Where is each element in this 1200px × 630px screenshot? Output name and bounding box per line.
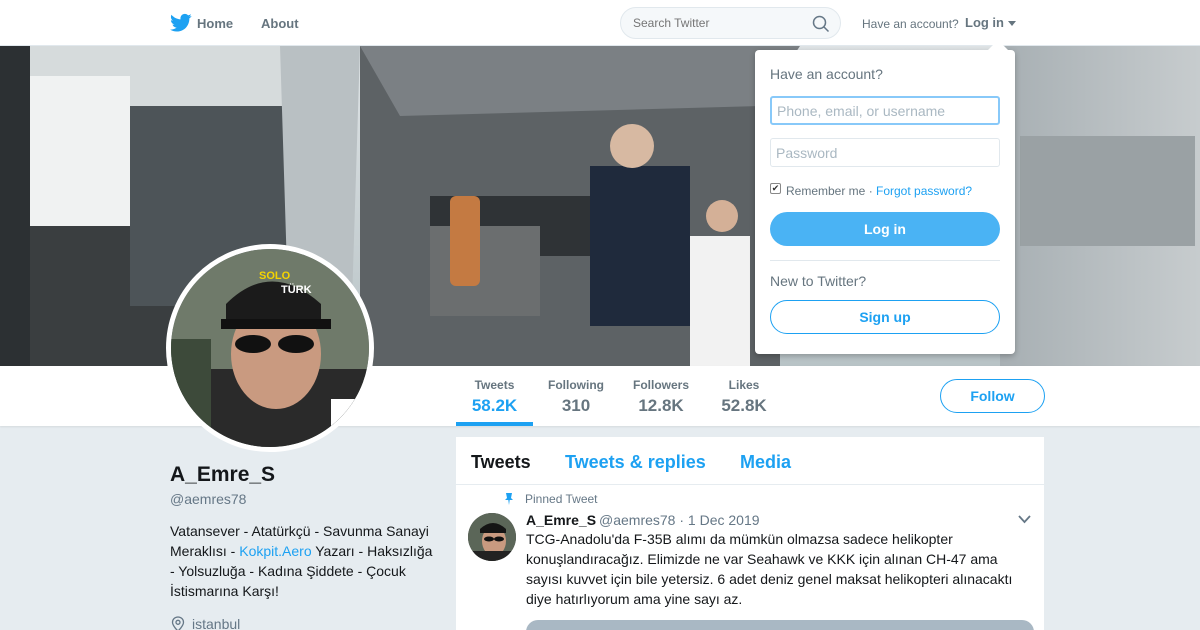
svg-text:TÜRK: TÜRK <box>281 283 312 296</box>
svg-text:SOLO: SOLO <box>259 270 291 282</box>
nav-about-link[interactable]: About <box>261 16 299 31</box>
tweet-avatar-photo <box>468 513 516 561</box>
stat-following[interactable]: Following 310 <box>543 378 609 416</box>
search-icon[interactable] <box>812 15 830 33</box>
timeline-tabs: Tweets Tweets & replies Media <box>456 437 1044 485</box>
tweet-avatar[interactable] <box>468 513 516 561</box>
remember-me-text: Remember me <box>786 184 866 198</box>
tweet-media[interactable] <box>526 620 1034 630</box>
nav-home-link[interactable]: Home <box>197 16 233 31</box>
stat-tweets[interactable]: Tweets 58.2K <box>456 378 533 416</box>
remember-me-label[interactable]: Remember me · <box>786 184 873 198</box>
twitter-bird-icon[interactable] <box>170 13 192 33</box>
tweet-author[interactable]: A_Emre_S <box>526 512 596 528</box>
active-tab-indicator <box>456 422 533 426</box>
pinned-label: Pinned Tweet <box>525 492 598 506</box>
tab-media[interactable]: Media <box>740 452 791 473</box>
dropdown-divider <box>770 260 1000 261</box>
stat-tweets-label: Tweets <box>474 378 515 392</box>
username-field[interactable] <box>770 96 1000 125</box>
signup-button[interactable]: Sign up <box>770 300 1000 334</box>
stat-tweets-value: 58.2K <box>471 396 518 415</box>
stat-likes[interactable]: Likes 52.8K <box>714 378 774 416</box>
bio-link[interactable]: Kokpit.Aero <box>239 543 311 559</box>
stat-likes-label: Likes <box>728 378 760 392</box>
have-account-label: Have an account? <box>862 17 959 31</box>
profile-bio: Vatansever - Atatürkçü - Savunma Sanayi … <box>170 521 435 601</box>
password-field[interactable] <box>770 138 1000 167</box>
profile-location: istanbul <box>192 616 241 630</box>
stat-likes-value: 52.8K <box>721 396 767 415</box>
timeline: Tweets Tweets & replies Media Pinned Twe… <box>456 437 1044 630</box>
stat-followers-label: Followers <box>632 378 689 392</box>
tab-tweets-replies[interactable]: Tweets & replies <box>565 452 706 473</box>
forgot-password-link[interactable]: Forgot password? <box>876 184 972 198</box>
stat-following-label: Following <box>548 378 604 392</box>
top-nav: Home About Have an account? Log in <box>0 0 1200 46</box>
separator-dot: · <box>868 184 873 198</box>
avatar-photo: SOLO TÜRK <box>171 249 369 447</box>
chevron-down-icon[interactable] <box>1018 515 1031 524</box>
stat-followers-value: 12.8K <box>638 396 684 415</box>
location-pin-icon <box>171 616 185 630</box>
profile-handle[interactable]: @aemres78 <box>170 491 246 507</box>
remember-me-checkbox[interactable]: ✔ <box>770 183 781 194</box>
pin-icon <box>505 493 513 505</box>
tab-tweets[interactable]: Tweets <box>471 452 531 473</box>
new-to-twitter-label: New to Twitter? <box>770 273 867 289</box>
login-dropdown-toggle[interactable]: Log in <box>965 15 1004 30</box>
dropdown-arrow <box>988 40 1008 50</box>
profile-avatar[interactable]: SOLO TÜRK <box>166 244 374 452</box>
login-button[interactable]: Log in <box>770 212 1000 246</box>
login-dropdown: Have an account? ✔ Remember me · Forgot … <box>755 50 1015 354</box>
dropdown-title: Have an account? <box>770 66 883 82</box>
stat-following-value: 310 <box>561 396 591 415</box>
profile-name[interactable]: A_Emre_S <box>170 463 275 487</box>
caret-down-icon[interactable] <box>1008 21 1016 26</box>
follow-button[interactable]: Follow <box>940 379 1045 413</box>
stat-followers[interactable]: Followers 12.8K <box>627 378 695 416</box>
tweet-text: TCG-Anadolu'da F-35B alımı da mümkün olm… <box>526 531 1013 607</box>
tweet-meta[interactable]: @aemres78 · 1 Dec 2019 <box>599 512 760 528</box>
search-input[interactable] <box>633 16 803 30</box>
search-box[interactable] <box>620 7 841 39</box>
